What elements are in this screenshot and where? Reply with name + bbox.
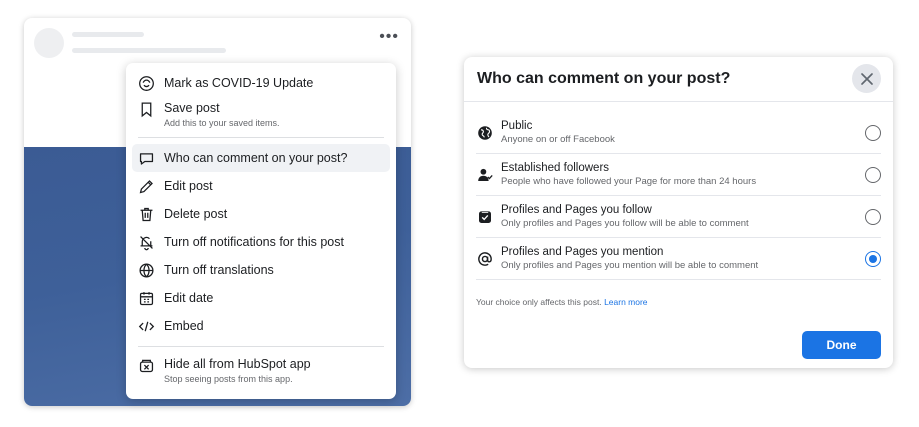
close-button[interactable] [852, 64, 881, 93]
menu-item-label: Delete post [164, 206, 228, 221]
option-public[interactable]: Public Anyone on or off Facebook [476, 112, 881, 154]
menu-item-label: Hide all from HubSpot app [164, 357, 311, 371]
radio-profiles-you-follow[interactable] [865, 209, 881, 225]
globe-icon [476, 124, 493, 141]
menu-item-hide-all-from-app[interactable]: Hide all from HubSpot app Stop seeing po… [132, 353, 390, 387]
post-options-menu: Mark as COVID-19 Update Save post Add th… [126, 63, 396, 399]
dialog-title: Who can comment on your post? [477, 70, 731, 87]
menu-item-sublabel: Add this to your saved items. [164, 118, 280, 128]
radio-profiles-you-mention[interactable] [865, 251, 881, 267]
code-icon [138, 318, 155, 335]
option-profiles-you-mention[interactable]: Profiles and Pages you mention Only prof… [476, 238, 881, 280]
pencil-icon [138, 178, 155, 195]
menu-divider [138, 137, 384, 138]
menu-item-label: Turn off translations [164, 262, 274, 277]
menu-item-who-can-comment[interactable]: Who can comment on your post? [132, 144, 390, 172]
post-meta-placeholder [72, 48, 226, 53]
option-sublabel: Anyone on or off Facebook [501, 134, 615, 145]
comment-icon [138, 150, 155, 167]
menu-divider [138, 346, 384, 347]
comment-audience-options: Public Anyone on or off Facebook Establi… [476, 112, 881, 280]
dialog-header: Who can comment on your post? [464, 57, 893, 102]
hide-app-icon [138, 357, 155, 374]
menu-item-embed[interactable]: Embed [132, 312, 390, 340]
radio-established-followers[interactable] [865, 167, 881, 183]
option-profiles-you-follow[interactable]: Profiles and Pages you follow Only profi… [476, 196, 881, 238]
trash-icon [138, 206, 155, 223]
option-sublabel: Only profiles and Pages you mention will… [501, 260, 759, 271]
menu-item-edit-date[interactable]: Edit date [132, 284, 390, 312]
menu-item-edit-post[interactable]: Edit post [132, 172, 390, 200]
comment-settings-dialog: Who can comment on your post? Public Any… [464, 57, 893, 368]
bell-off-icon [138, 234, 155, 251]
followers-icon [476, 166, 493, 183]
calendar-icon [138, 290, 155, 307]
footnote-text: Your choice only affects this post. [476, 297, 602, 307]
menu-item-save-post[interactable]: Save post Add this to your saved items. [132, 97, 390, 131]
option-established-followers[interactable]: Established followers People who have fo… [476, 154, 881, 196]
author-name-placeholder [72, 32, 144, 37]
option-label: Public [501, 120, 533, 132]
menu-item-label: Save post [164, 101, 220, 115]
option-sublabel: Only profiles and Pages you follow will … [501, 218, 749, 229]
menu-item-turn-off-translations[interactable]: Turn off translations [132, 256, 390, 284]
more-options-icon[interactable]: ••• [379, 29, 399, 45]
option-label: Profiles and Pages you follow [501, 204, 652, 216]
option-label: Profiles and Pages you mention [501, 246, 664, 258]
done-button[interactable]: Done [802, 331, 881, 359]
option-sublabel: People who have followed your Page for m… [501, 176, 757, 187]
menu-item-label: Embed [164, 318, 204, 333]
at-icon [476, 250, 493, 267]
menu-item-delete-post[interactable]: Delete post [132, 200, 390, 228]
menu-item-mark-covid-update[interactable]: Mark as COVID-19 Update [132, 69, 390, 97]
menu-item-turn-off-notifications[interactable]: Turn off notifications for this post [132, 228, 390, 256]
menu-item-sublabel: Stop seeing posts from this app. [164, 374, 293, 384]
option-label: Established followers [501, 162, 610, 174]
close-icon [860, 72, 873, 85]
menu-item-label: Edit post [164, 178, 213, 193]
learn-more-link[interactable]: Learn more [604, 297, 647, 307]
bookmark-icon [138, 101, 155, 118]
menu-item-label: Edit date [164, 290, 214, 305]
menu-item-label: Turn off notifications for this post [164, 234, 344, 249]
radio-public[interactable] [865, 125, 881, 141]
translate-icon [138, 262, 155, 279]
follow-check-icon [476, 208, 493, 225]
menu-item-label: Mark as COVID-19 Update [164, 75, 314, 90]
avatar-placeholder [34, 28, 64, 58]
dialog-footnote: Your choice only affects this post. Lear… [476, 297, 648, 307]
covid-update-icon [138, 75, 155, 92]
menu-item-label: Who can comment on your post? [164, 150, 348, 165]
